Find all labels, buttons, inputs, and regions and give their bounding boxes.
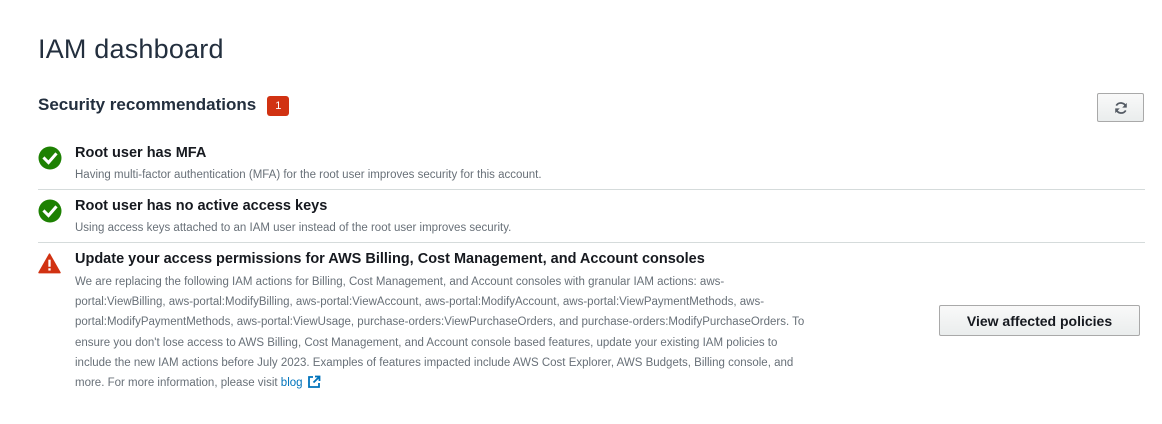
description-last-line: more. For more information, please visit…: [75, 373, 865, 393]
description-line: more. For more information, please visit: [75, 377, 281, 390]
description-line: ensure you don't lose access to AWS Bill…: [75, 336, 778, 349]
description-line: We are replacing the following IAM actio…: [75, 276, 725, 288]
recommendation-description: Having multi-factor authentication (MFA)…: [75, 169, 542, 181]
view-affected-policies-button[interactable]: View affected policies: [939, 305, 1140, 336]
page-title: IAM dashboard: [38, 34, 224, 64]
recommendation-row-root-mfa: Root user has MFA Having multi-factor au…: [38, 144, 1145, 188]
description-line: portal:ModifyPaymentMethods, aws-portal:…: [75, 316, 805, 329]
recommendation-description: Using access keys attached to an IAM use…: [75, 222, 512, 234]
blog-link[interactable]: blog: [280, 375, 321, 390]
blog-link-label: blog: [280, 377, 303, 390]
recommendation-row-root-access-keys: Root user has no active access keys Usin…: [38, 197, 1145, 241]
recommendation-description: We are replacing the following IAM actio…: [75, 272, 865, 393]
row-divider: [38, 189, 1145, 190]
refresh-icon: [1114, 101, 1127, 114]
security-recommendations-header: Security recommendations 1: [38, 94, 290, 116]
section-title: Security recommendations: [38, 95, 257, 114]
check-circle-icon: [38, 146, 62, 170]
recommendation-title: Root user has MFA: [75, 145, 207, 161]
row-divider: [38, 242, 1145, 243]
check-circle-icon: [38, 199, 62, 223]
description-line: include the new IAM actions before July …: [75, 356, 794, 369]
description-line: portal:ViewBilling, aws-portal:ModifyBil…: [75, 296, 765, 309]
warning-triangle-icon: [38, 253, 61, 274]
recommendation-title: Update your access permissions for AWS B…: [75, 251, 705, 267]
external-link-icon: [307, 375, 320, 388]
recommendation-count-badge: 1: [267, 96, 290, 116]
recommendation-title: Root user has no active access keys: [75, 198, 328, 214]
refresh-button[interactable]: [1097, 93, 1144, 122]
